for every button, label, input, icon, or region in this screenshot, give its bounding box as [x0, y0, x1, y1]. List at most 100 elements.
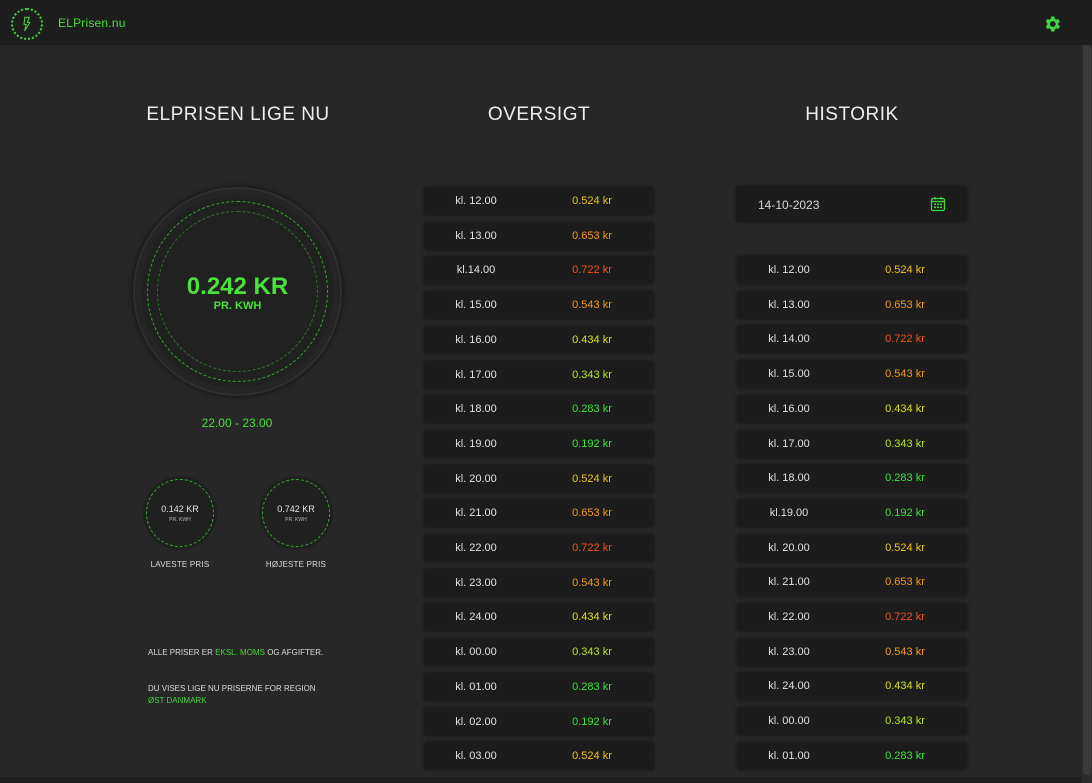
history-row-price: 0.524 kr: [885, 264, 925, 276]
history-row[interactable]: kl. 24.00 0.434 kr: [737, 672, 967, 701]
current-time-range: 22.00 - 23.00: [201, 416, 273, 430]
current-price-unit: PR. KWH: [213, 300, 262, 312]
overview-row[interactable]: kl. 02.00 0.192 kr: [424, 707, 654, 736]
overview-row[interactable]: kl. 20.00 0.524 kr: [424, 464, 654, 493]
history-row[interactable]: kl. 17.00 0.343 kr: [737, 429, 967, 458]
history-row-price: 0.722 kr: [885, 333, 925, 346]
history-row[interactable]: kl. 23.00 0.543 kr: [737, 637, 967, 666]
overview-row-time: kl. 12.00: [455, 195, 497, 207]
overview-row[interactable]: kl. 19.00 0.192 kr: [424, 429, 654, 458]
overview-row[interactable]: kl.14.00 0.722 kr: [424, 256, 654, 285]
history-row-price: 0.434 kr: [885, 680, 925, 693]
vat-note-highlight[interactable]: EKSL. MOMS: [215, 648, 265, 657]
current-price-heading: ELPRISEN LIGE NU: [146, 104, 330, 125]
history-row-time: kl. 15.00: [768, 368, 810, 381]
lowest-price-unit: PR. KWH: [169, 517, 191, 523]
history-row[interactable]: kl. 13.00 0.653 kr: [737, 290, 967, 319]
overview-row[interactable]: kl. 18.00 0.283 kr: [424, 395, 654, 424]
history-row[interactable]: kl. 18.00 0.283 kr: [737, 464, 967, 493]
history-date-picker[interactable]: 14-10-2023: [736, 186, 967, 222]
overview-row-price: 0.653 kr: [572, 229, 612, 242]
overview-row-time: kl. 21.00: [455, 507, 497, 520]
highest-price-dial: 0.742 KR PR. KWH: [259, 476, 333, 550]
history-row-price: 0.653 kr: [885, 298, 925, 311]
overview-row[interactable]: kl. 16.00 0.434 kr: [424, 325, 654, 354]
history-row-time: kl. 22.00: [768, 611, 810, 623]
lowest-price-dial: 0.142 KR PR. KWH: [143, 476, 217, 550]
lowest-price-label: LAVESTE PRIS: [150, 560, 210, 569]
region-link[interactable]: ØST DANMARK: [148, 696, 207, 705]
overview-row-time: kl. 20.00: [455, 472, 497, 485]
overview-row[interactable]: kl. 03.00 0.524 kr: [424, 742, 654, 771]
current-price-dial: 0.242 KR PR. KWH: [133, 187, 342, 396]
overview-row-price: 0.343 kr: [572, 646, 612, 659]
overview-row[interactable]: kl. 23.00 0.543 kr: [424, 568, 654, 597]
overview-row-time: kl. 22.00: [455, 542, 497, 554]
overview-row[interactable]: kl. 13.00 0.653 kr: [424, 221, 654, 250]
overview-row-time: kl.14.00: [456, 264, 496, 277]
overview-row[interactable]: kl. 21.00 0.653 kr: [424, 499, 654, 528]
history-row-time: kl. 13.00: [768, 298, 810, 311]
overview-row-time: kl. 00.00: [455, 646, 497, 659]
overview-row[interactable]: kl. 00.00 0.343 kr: [424, 638, 654, 667]
overview-row-price: 0.543 kr: [572, 299, 612, 312]
overview-row-price: 0.722 kr: [572, 542, 612, 554]
region-note-prefix: DU VISES LIGE NU PRISERNE FOR REGION: [148, 684, 316, 693]
history-row[interactable]: kl. 12.00 0.524 kr: [737, 256, 967, 284]
overview-row-time: kl. 24.00: [455, 611, 497, 624]
overview-row[interactable]: kl. 24.00 0.434 kr: [424, 603, 654, 632]
history-row-price: 0.192 kr: [885, 506, 925, 519]
region-note: DU VISES LIGE NU PRISERNE FOR REGION ØST…: [148, 683, 338, 707]
overview-row-price: 0.722 kr: [572, 264, 612, 277]
calendar-icon[interactable]: [930, 196, 946, 212]
history-row-time: kl. 23.00: [768, 645, 810, 658]
history-row-time: kl. 20.00: [768, 541, 810, 554]
history-row[interactable]: kl. 00.00 0.343 kr: [737, 707, 967, 736]
overview-heading: OVERSIGT: [487, 104, 591, 125]
history-row-time: kl. 01.00: [768, 749, 810, 762]
history-row-price: 0.283 kr: [885, 472, 925, 485]
overview-row[interactable]: kl. 01.00 0.283 kr: [424, 672, 654, 701]
lowest-price-value: 0.142 KR: [161, 504, 199, 514]
vat-note-prefix: ALLE PRISER ER: [148, 648, 213, 657]
bottom-strip: [0, 777, 1082, 783]
history-row[interactable]: kl.19.00 0.192 kr: [737, 498, 967, 527]
overview-row-time: kl. 02.00: [455, 715, 497, 728]
vat-note: ALLE PRISER ER EKSL. MOMS OG AFGIFTER.: [148, 647, 338, 659]
overview-row-time: kl. 16.00: [455, 333, 497, 346]
gear-icon[interactable]: [1042, 14, 1062, 34]
overview-row-time: kl. 13.00: [455, 229, 497, 242]
history-row[interactable]: kl. 20.00 0.524 kr: [737, 533, 967, 562]
overview-row-price: 0.524 kr: [572, 750, 612, 763]
overview-row[interactable]: kl. 15.00 0.543 kr: [424, 291, 654, 320]
overview-row-time: kl. 01.00: [455, 680, 497, 693]
overview-row-price: 0.192 kr: [572, 437, 612, 450]
bolt-icon-glyph: [23, 16, 31, 32]
history-heading: HISTORIK: [805, 104, 899, 125]
overview-row-price: 0.434 kr: [572, 333, 612, 346]
history-row-time: kl. 24.00: [768, 680, 810, 693]
history-row[interactable]: kl. 14.00 0.722 kr: [737, 325, 967, 354]
history-row-price: 0.543 kr: [885, 645, 925, 658]
overview-row-price: 0.343 kr: [572, 368, 612, 381]
history-row[interactable]: kl. 01.00 0.283 kr: [737, 741, 967, 770]
overview-row-price: 0.524 kr: [572, 472, 612, 485]
history-row-price: 0.283 kr: [885, 749, 925, 762]
bolt-icon[interactable]: [11, 8, 43, 40]
scrollbar-thumb[interactable]: [1083, 45, 1091, 775]
overview-row-time: kl. 19.00: [455, 437, 497, 450]
history-row-time: kl. 12.00: [768, 264, 810, 276]
history-row[interactable]: kl. 15.00 0.543 kr: [737, 360, 967, 389]
overview-row[interactable]: kl. 12.00 0.524 kr: [424, 187, 654, 215]
history-row[interactable]: kl. 22.00 0.722 kr: [737, 603, 967, 631]
overview-row-price: 0.543 kr: [572, 576, 612, 589]
highest-price-unit: PR. KWH: [285, 517, 307, 523]
current-price-value: 0.242 KR: [186, 273, 289, 300]
history-row-price: 0.722 kr: [885, 611, 925, 623]
brand-name[interactable]: ELPrisen.nu: [58, 16, 126, 30]
overview-row[interactable]: kl. 22.00 0.722 kr: [424, 534, 654, 562]
history-row-price: 0.343 kr: [885, 715, 925, 728]
history-row[interactable]: kl. 21.00 0.653 kr: [737, 568, 967, 597]
history-row[interactable]: kl. 16.00 0.434 kr: [737, 394, 967, 423]
overview-row[interactable]: kl. 17.00 0.343 kr: [424, 360, 654, 389]
